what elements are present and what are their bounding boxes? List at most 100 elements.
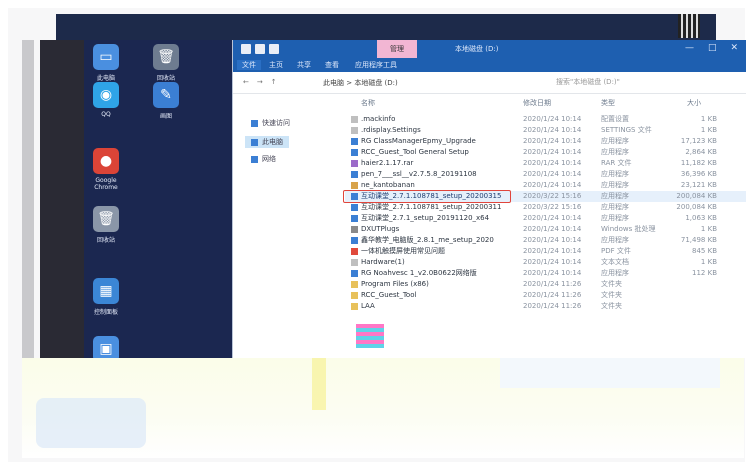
quick-access-toolbar[interactable] [241, 44, 279, 54]
column-header-type[interactable]: 类型 [601, 98, 615, 108]
file-name: .rdisplay.Settings [361, 126, 421, 135]
maximize-icon[interactable]: □ [708, 43, 717, 53]
file-icon [351, 291, 358, 299]
desktop-icon[interactable]: ◉ QQ [88, 82, 124, 118]
file-size: 845 KB [692, 247, 717, 256]
light-band [500, 358, 720, 388]
file-type: 文件夹 [601, 302, 622, 311]
file-row[interactable]: LAA 2020/1/24 11:26 文件夹 [345, 301, 746, 312]
file-type: Windows 批处理 [601, 225, 656, 234]
desktop-area: ▭ 此电脑 🗑 回收站 ◉ QQ ✎ 画图 ● Google Chrome 🗑 回收站 ▦ 控制面板 ▣ [84, 40, 232, 362]
file-row[interactable]: .mackinfo 2020/1/24 10:14 配置设置 1 KB [345, 114, 746, 125]
search-input[interactable]: 搜索"本地磁盘 (D:)" [556, 77, 706, 89]
file-name: RCC_Guest_Tool [361, 291, 417, 300]
file-type: SETTINGS 文件 [601, 126, 652, 135]
file-icon [351, 148, 358, 156]
minimize-icon[interactable]: — [685, 43, 694, 53]
folder-icon[interactable] [241, 44, 251, 54]
desktop-icon-label: QQ [101, 111, 111, 118]
file-row[interactable]: 一体机触摸屏使用常见问题 2020/1/24 10:14 PDF 文件 845 KB [345, 246, 746, 257]
file-date: 2020/1/24 10:14 [523, 126, 582, 135]
file-type: RAR 文件 [601, 159, 632, 168]
tab-home[interactable]: 主页 [269, 60, 283, 70]
file-size: 23,121 KB [680, 181, 717, 190]
monitor-side-bezel [40, 40, 84, 358]
file-row[interactable]: 互动课堂_2.7.1.108781_setup_20200311 2020/3/2… [345, 202, 746, 213]
file-size: 1 KB [700, 225, 717, 234]
file-icon [351, 280, 358, 288]
nav-item[interactable]: 此电脑 [245, 136, 289, 148]
desktop-icon[interactable]: ▭ 此电脑 [88, 44, 124, 82]
column-header-name[interactable]: 名称 [361, 98, 375, 108]
file-icon [351, 137, 358, 145]
desktop-icon[interactable]: 🗑 回收站 [88, 206, 124, 244]
file-row[interactable]: Program Files (x86) 2020/1/24 11:26 文件夹 [345, 279, 746, 290]
tab-view[interactable]: 查看 [325, 60, 339, 70]
nav-item-label: 网络 [262, 155, 276, 163]
file-type: 应用程序 [601, 137, 629, 146]
file-row[interactable]: RG ClassManagerEpmy_Upgrade 2020/1/24 10:… [345, 136, 746, 147]
nav-item[interactable]: 快速访问 [251, 118, 290, 128]
file-date: 2020/3/22 15:16 [523, 203, 582, 212]
file-name: Program Files (x86) [361, 280, 429, 289]
file-date: 2020/1/24 10:14 [523, 214, 582, 223]
file-icon [351, 214, 358, 222]
corner-pattern [678, 14, 700, 38]
file-row[interactable]: 互动课堂_2.7.1_setup_20191120_x64 2020/1/24 1… [345, 213, 746, 224]
file-size: 36,396 KB [680, 170, 717, 179]
file-icon [351, 269, 358, 277]
file-icon [351, 181, 358, 189]
color-artifact [356, 324, 384, 348]
file-row[interactable]: 鑫华教学_电脑版_2.8.1_me_setup_2020 2020/1/24 10… [345, 235, 746, 246]
file-row[interactable]: Hardware(1) 2020/1/24 10:14 文本文档 1 KB [345, 257, 746, 268]
nav-item-icon [251, 138, 258, 146]
file-row[interactable]: DXUTPlugs 2020/1/24 10:14 Windows 批处理 1 KB [345, 224, 746, 235]
file-name: 鑫华教学_电脑版_2.8.1_me_setup_2020 [361, 236, 494, 245]
file-icon [351, 225, 358, 233]
monitor-top-bezel [56, 14, 716, 40]
file-date: 2020/1/24 10:14 [523, 269, 582, 278]
file-size: 1 KB [700, 126, 717, 135]
file-name: DXUTPlugs [361, 225, 400, 234]
column-header-size[interactable]: 大小 [687, 98, 701, 108]
file-name: RCC_Guest_Tool General Setup [361, 148, 469, 157]
file-row[interactable]: RG Noahvesc 1_v2.0B0622网络版 2020/1/24 10:1… [345, 268, 746, 279]
close-icon[interactable]: ✕ [730, 43, 738, 53]
file-date: 2020/1/24 11:26 [523, 302, 582, 311]
desktop-app-icon: ▦ [93, 278, 119, 304]
nav-item[interactable]: 网络 [251, 154, 276, 164]
nav-buttons[interactable]: ←→↑ [243, 78, 285, 86]
file-row[interactable]: pen_7___ssl__v2.7.5.8_20191108 2020/1/24 … [345, 169, 746, 180]
file-row[interactable]: ne_kantobanan 2020/1/24 10:14 应用程序 23,121 K… [345, 180, 746, 191]
file-row[interactable]: RCC_Guest_Tool 2020/1/24 11:26 文件夹 [345, 290, 746, 301]
file-icon [351, 247, 358, 255]
desktop-icon[interactable]: ● Google Chrome [88, 148, 124, 191]
column-header-date[interactable]: 修改日期 [523, 98, 551, 108]
file-name: 互动课堂_2.7.1.108781_setup_20200311 [361, 203, 502, 212]
desktop-icon[interactable]: ✎ 画图 [148, 82, 184, 120]
file-type: 文件夹 [601, 291, 622, 300]
file-icon [351, 258, 358, 266]
desktop-icon-label: 此电脑 [96, 75, 115, 82]
desktop-app-icon: ◉ [93, 82, 119, 108]
file-size: 1,063 KB [685, 214, 717, 223]
desktop-icon[interactable]: 🗑 回收站 [148, 44, 184, 82]
file-row[interactable]: haier2.1.17.rar 2020/1/24 10:14 RAR 文件 11,1… [345, 158, 746, 169]
tab-app-tools[interactable]: 应用程序工具 [355, 60, 397, 70]
breadcrumb[interactable]: 此电脑 > 本地磁盘 (D:) [323, 78, 398, 88]
file-type: 应用程序 [601, 236, 629, 245]
desktop-icon[interactable]: ▦ 控制面板 [88, 278, 124, 316]
file-name: .mackinfo [361, 115, 396, 124]
tab-file[interactable]: 文件 [237, 60, 261, 70]
tab-share[interactable]: 共享 [297, 60, 311, 70]
file-row[interactable]: RCC_Guest_Tool General Setup 2020/1/24 10… [345, 147, 746, 158]
manage-tab[interactable]: 管理 [377, 40, 417, 58]
desktop-icon-label: 画图 [159, 113, 172, 120]
properties-icon[interactable] [255, 44, 265, 54]
file-row[interactable]: .rdisplay.Settings 2020/1/24 10:14 SETTING… [345, 125, 746, 136]
file-date: 2020/1/24 10:14 [523, 159, 582, 168]
file-name: haier2.1.17.rar [361, 159, 414, 168]
file-date: 2020/1/24 10:14 [523, 148, 582, 157]
file-type: 文件夹 [601, 280, 622, 289]
new-folder-icon[interactable] [269, 44, 279, 54]
